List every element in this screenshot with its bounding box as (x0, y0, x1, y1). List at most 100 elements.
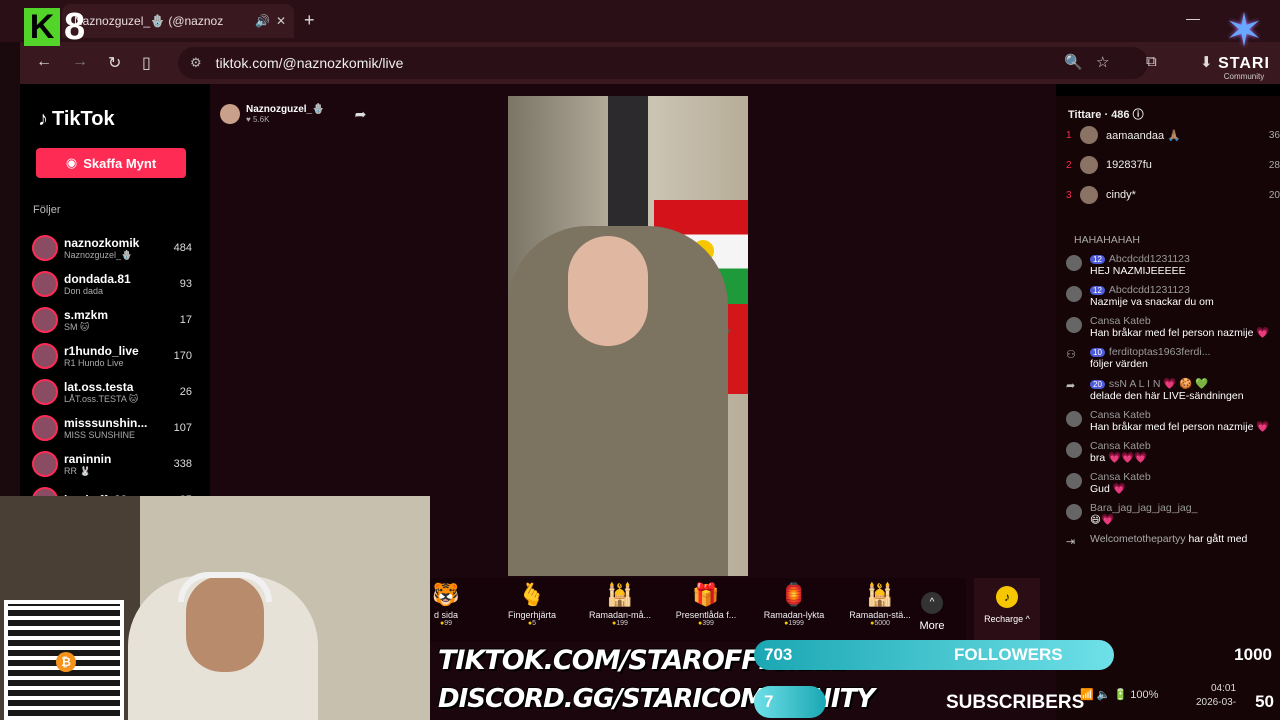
avatar (32, 307, 58, 333)
avatar (32, 235, 58, 261)
avatar[interactable] (1066, 442, 1082, 458)
gift-item[interactable]: 🫰 Fingerhjärta ●5 (492, 582, 572, 627)
message-user[interactable]: Abcdcdd1231123 (1109, 253, 1190, 265)
message-user[interactable]: Cansa Kateb (1090, 471, 1280, 483)
get-coins-button[interactable]: ◉ Skaffa Mynt (36, 148, 186, 178)
avatar[interactable] (1066, 504, 1082, 520)
avatar[interactable] (1066, 473, 1082, 489)
site-settings-icon[interactable]: ⚙ (190, 55, 202, 71)
bookmark-star-icon[interactable]: ☆ (1096, 53, 1109, 71)
following-name: naznozkomik (64, 235, 140, 250)
close-tab-icon[interactable]: ✕ (276, 14, 286, 28)
following-item[interactable]: raninnin RR 🐰 338 (32, 446, 192, 482)
following-item[interactable]: misssunshin... MISS SUNSHINE 107 (32, 410, 192, 446)
chat-message: ⇥ Welcometothepartyy har gått med (1066, 533, 1280, 551)
extensions-icon[interactable]: ⧉ (1146, 53, 1157, 70)
avatar[interactable] (1066, 286, 1082, 302)
gift-item[interactable]: 🕌 Ramadan-stä... ●5000 (840, 582, 920, 627)
host-info[interactable]: Naznozguzel_🪬 ♥ 5.6K ➦ (220, 104, 366, 124)
following-item[interactable]: naznozkomik Naznozguzel_🪬 484 (32, 230, 192, 266)
message-user[interactable]: Welcometothepartyy (1090, 533, 1186, 545)
battery-icon[interactable]: 🔋 (1114, 689, 1128, 701)
reload-icon[interactable]: ↻ (108, 53, 121, 73)
chat-message: Cansa Kateb Han bråkar med fel person naz… (1066, 315, 1280, 340)
follow-icon: ⚇ (1066, 349, 1076, 361)
gift-item[interactable]: 🏮 Ramadan-lykta ●1999 (754, 582, 834, 627)
avatar[interactable] (1066, 411, 1082, 427)
message-user[interactable]: Abcdcdd1231123 (1109, 284, 1190, 296)
following-sub: RR 🐰 (64, 465, 91, 476)
message-text: har gått med (1188, 533, 1248, 545)
level-badge: 12 (1090, 255, 1105, 264)
headphones (178, 572, 272, 602)
tiktok-brand[interactable]: ♪ TikTok (38, 108, 115, 131)
zoom-search-icon[interactable]: 🔍 (1064, 53, 1083, 71)
following-sub: LÅT.oss.TESTA 🐱 (64, 393, 139, 404)
message-user[interactable]: ssN A L I N 💗 🍪 💚 (1109, 378, 1209, 390)
following-item[interactable]: dondada.81 Don dada 93 (32, 266, 192, 302)
chat-message: Cansa Kateb bra 💗💗💗 (1066, 440, 1280, 465)
following-sub: Naznozguzel_🪬 (64, 249, 133, 260)
chat-message: 12 Abcdcdd1231123 Nazmije va snackar du om (1066, 284, 1280, 309)
chat-messages: HAHAHAHAH 12 Abcdcdd1231123 HEJ NAZMIJEEEE… (1066, 234, 1280, 557)
viewer-name: 192837fu (1106, 159, 1152, 171)
gift-price: 199 (616, 620, 628, 627)
avatar[interactable] (1066, 255, 1082, 271)
live-video[interactable]: 🦅 (508, 96, 748, 576)
message-user[interactable]: Cansa Kateb (1090, 440, 1280, 452)
join-icon: ⇥ (1066, 536, 1076, 548)
viewer-count: 26 (179, 386, 192, 398)
volume-icon[interactable]: 🔈 (1097, 689, 1111, 701)
message-text: Han bråkar med fel person nazmije 💗 (1090, 421, 1270, 433)
share-icon: ➦ (1066, 380, 1076, 392)
minimize-icon[interactable]: — (1186, 10, 1200, 26)
following-name: s.mzkm (64, 307, 109, 322)
split-view-icon[interactable]: ▯ (142, 53, 151, 73)
avatar[interactable] (1066, 317, 1082, 333)
following-item[interactable]: lat.oss.testa LÅT.oss.TESTA 🐱 26 (32, 374, 192, 410)
top-viewer-row[interactable]: 1 aamaandaa 🙏🏽 36 (1066, 124, 1280, 146)
message-text: HEJ NAZMIJEEEEE (1090, 265, 1186, 277)
system-clock[interactable]: 04:01 2026-03- (1196, 682, 1236, 710)
message-text: bra 💗💗💗 (1090, 452, 1148, 464)
following-sub: SM 🐱 (64, 321, 90, 332)
forward-icon[interactable]: → (72, 53, 88, 71)
message-user[interactable]: Bara_jag_jag_jag_jag_ (1090, 502, 1280, 514)
gift-icon: 🏮 (780, 582, 808, 607)
following-heading: Följer (33, 204, 61, 216)
stari-logo: ✶ STARI Community (1212, 4, 1276, 88)
top-viewer-row[interactable]: 3 cindy* 20 (1066, 184, 1280, 206)
message-text: 😄💗 (1090, 514, 1115, 526)
followers-goal: 1000 (1234, 645, 1272, 664)
system-tray: 📶 🔈 🔋 100% (1080, 688, 1158, 701)
new-tab-icon[interactable]: + (304, 10, 315, 31)
gift-item[interactable]: 🎁 Presentlåda f... ●399 (666, 582, 746, 627)
host-avatar[interactable] (220, 104, 240, 124)
download-icon[interactable]: ⬇ (1200, 53, 1213, 71)
clock-date: 2026-03- (1196, 697, 1237, 708)
share-icon[interactable]: ➦ (355, 106, 367, 123)
following-item[interactable]: s.mzkm SM 🐱 17 (32, 302, 192, 338)
following-sub: MISS SUNSHINE (64, 430, 136, 440)
qr-code: ₿ (4, 600, 124, 720)
message-user[interactable]: ferditoptas1963ferdi... (1109, 346, 1211, 358)
address-bar[interactable]: ⚙ tiktok.com/@naznozkomik/live (178, 47, 1148, 79)
viewer-name: aamaandaa 🙏🏽 (1106, 129, 1181, 142)
top-viewer-row[interactable]: 2 192837fu 28 (1066, 154, 1280, 176)
following-list: naznozkomik Naznozguzel_🪬 484 dondada.81 Do… (32, 230, 192, 518)
wifi-icon[interactable]: 📶 (1080, 689, 1094, 701)
more-gifts-button[interactable]: ^ More (910, 592, 954, 632)
gift-item[interactable]: 🕌 Ramadan-må... ●199 (580, 582, 660, 627)
following-item[interactable]: r1hundo_live R1 Hundo Live 170 (32, 338, 192, 374)
tiktok-brand-text: TikTok (52, 108, 115, 130)
back-icon[interactable]: ← (36, 53, 52, 71)
streamer (508, 226, 728, 576)
viewer-count: 338 (173, 458, 192, 470)
get-coins-label: Skaffa Mynt (83, 155, 157, 171)
message-user[interactable]: Cansa Kateb (1090, 409, 1280, 421)
speaker-icon[interactable]: 🔊 (255, 14, 270, 28)
k-logo-number: 8 (64, 5, 86, 48)
message-user[interactable]: Cansa Kateb (1090, 315, 1280, 327)
gift-icon: 🫰 (518, 582, 546, 607)
recharge-button[interactable]: ♪ Recharge ^ (974, 578, 1040, 642)
